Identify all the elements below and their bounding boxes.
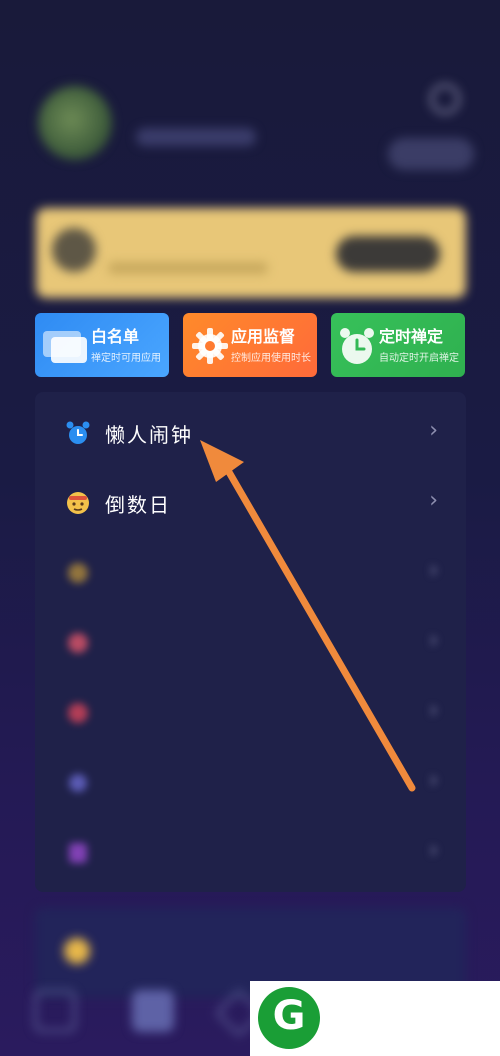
menu-item-blurred-1[interactable]: › bbox=[35, 538, 466, 608]
emoji-face-icon bbox=[67, 492, 89, 514]
home-tab-icon[interactable] bbox=[34, 990, 76, 1032]
chevron-right-icon: › bbox=[429, 418, 438, 443]
logo-letter: G bbox=[272, 993, 306, 1039]
chevron-right-icon: › bbox=[429, 628, 438, 653]
menu-item-label: 倒数日 bbox=[105, 493, 171, 517]
scheduled-zen-title: 定时禅定 bbox=[379, 327, 444, 346]
chevron-right-icon: › bbox=[429, 488, 438, 513]
menu-item-blurred-2[interactable]: › bbox=[35, 608, 466, 678]
logo-circle: G bbox=[258, 987, 320, 1049]
profile-subtext bbox=[136, 128, 256, 146]
menu-item-countdown[interactable]: 倒数日 › bbox=[35, 468, 466, 538]
gear-icon bbox=[192, 328, 228, 364]
app-supervision-card[interactable]: 应用监督 控制应用使用时长 bbox=[183, 313, 317, 377]
blurred-icon bbox=[69, 843, 87, 863]
blurred-icon bbox=[68, 563, 88, 583]
settings-icon[interactable] bbox=[430, 84, 460, 114]
profile-badge-button[interactable] bbox=[388, 138, 474, 170]
alarm-clock-icon bbox=[340, 328, 374, 364]
blurred-icon bbox=[68, 633, 88, 653]
whitelist-subtitle: 禅定时可用应用 bbox=[91, 353, 161, 364]
blurred-icon bbox=[64, 938, 90, 964]
window-icon bbox=[43, 331, 87, 363]
grid-tab-icon[interactable] bbox=[132, 990, 174, 1032]
whitelist-card[interactable]: 白名单 禅定时可用应用 bbox=[35, 313, 169, 377]
whitelist-title: 白名单 bbox=[91, 327, 140, 346]
menu-item-blurred-5[interactable]: › bbox=[35, 818, 466, 888]
scheduled-zen-subtitle: 自动定时开启禅定 bbox=[379, 353, 459, 364]
app-supervision-subtitle: 控制应用使用时长 bbox=[231, 353, 311, 364]
avatar[interactable] bbox=[38, 86, 112, 160]
blurred-icon bbox=[69, 774, 87, 792]
watermark-logo: G bbox=[250, 981, 500, 1056]
menu-item-blurred-4[interactable]: › bbox=[35, 748, 466, 818]
vip-open-button[interactable] bbox=[336, 236, 440, 272]
scheduled-zen-card[interactable]: 定时禅定 自动定时开启禅定 bbox=[331, 313, 465, 377]
menu-item-label: 懒人闹钟 bbox=[105, 423, 193, 447]
blurred-icon bbox=[68, 703, 88, 723]
alarm-clock-icon bbox=[66, 421, 90, 444]
vip-subtitle bbox=[108, 262, 268, 274]
chevron-right-icon: › bbox=[429, 698, 438, 723]
chevron-right-icon: › bbox=[429, 838, 438, 863]
vip-crown-icon bbox=[52, 228, 96, 272]
chevron-right-icon: › bbox=[429, 558, 438, 583]
chevron-right-icon: › bbox=[429, 768, 438, 793]
menu-item-blurred-3[interactable]: › bbox=[35, 678, 466, 748]
app-supervision-title: 应用监督 bbox=[231, 327, 296, 346]
menu-item-lazy-alarm[interactable]: 懒人闹钟 › bbox=[35, 398, 466, 468]
